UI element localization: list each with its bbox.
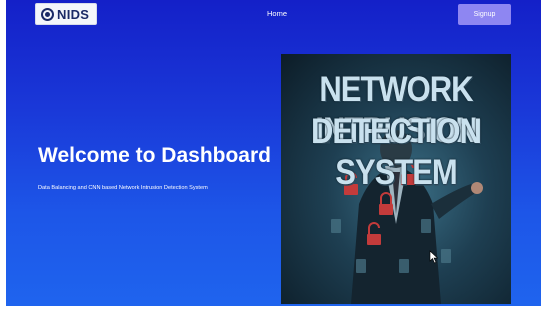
image-text-line-2: DETECTION SYSTEM	[310, 110, 482, 193]
nids-logo[interactable]: NIDS	[35, 3, 97, 25]
mouse-pointer-icon	[429, 250, 439, 264]
logo-text: NIDS	[57, 6, 90, 22]
nav-home-link[interactable]: Home	[267, 9, 287, 18]
hero-image: NETWORK INTRUSION DETECTION SYSTEM	[281, 54, 511, 304]
hero-subtitle: Data Balancing and CNN based Network Int…	[38, 185, 208, 191]
logo-circle-icon	[41, 7, 54, 21]
signup-button[interactable]: Signup	[458, 4, 511, 25]
dashboard-page: NIDS Home Signup Welcome to Dashboard Da…	[6, 0, 541, 306]
hero-title: Welcome to Dashboard	[38, 144, 271, 167]
